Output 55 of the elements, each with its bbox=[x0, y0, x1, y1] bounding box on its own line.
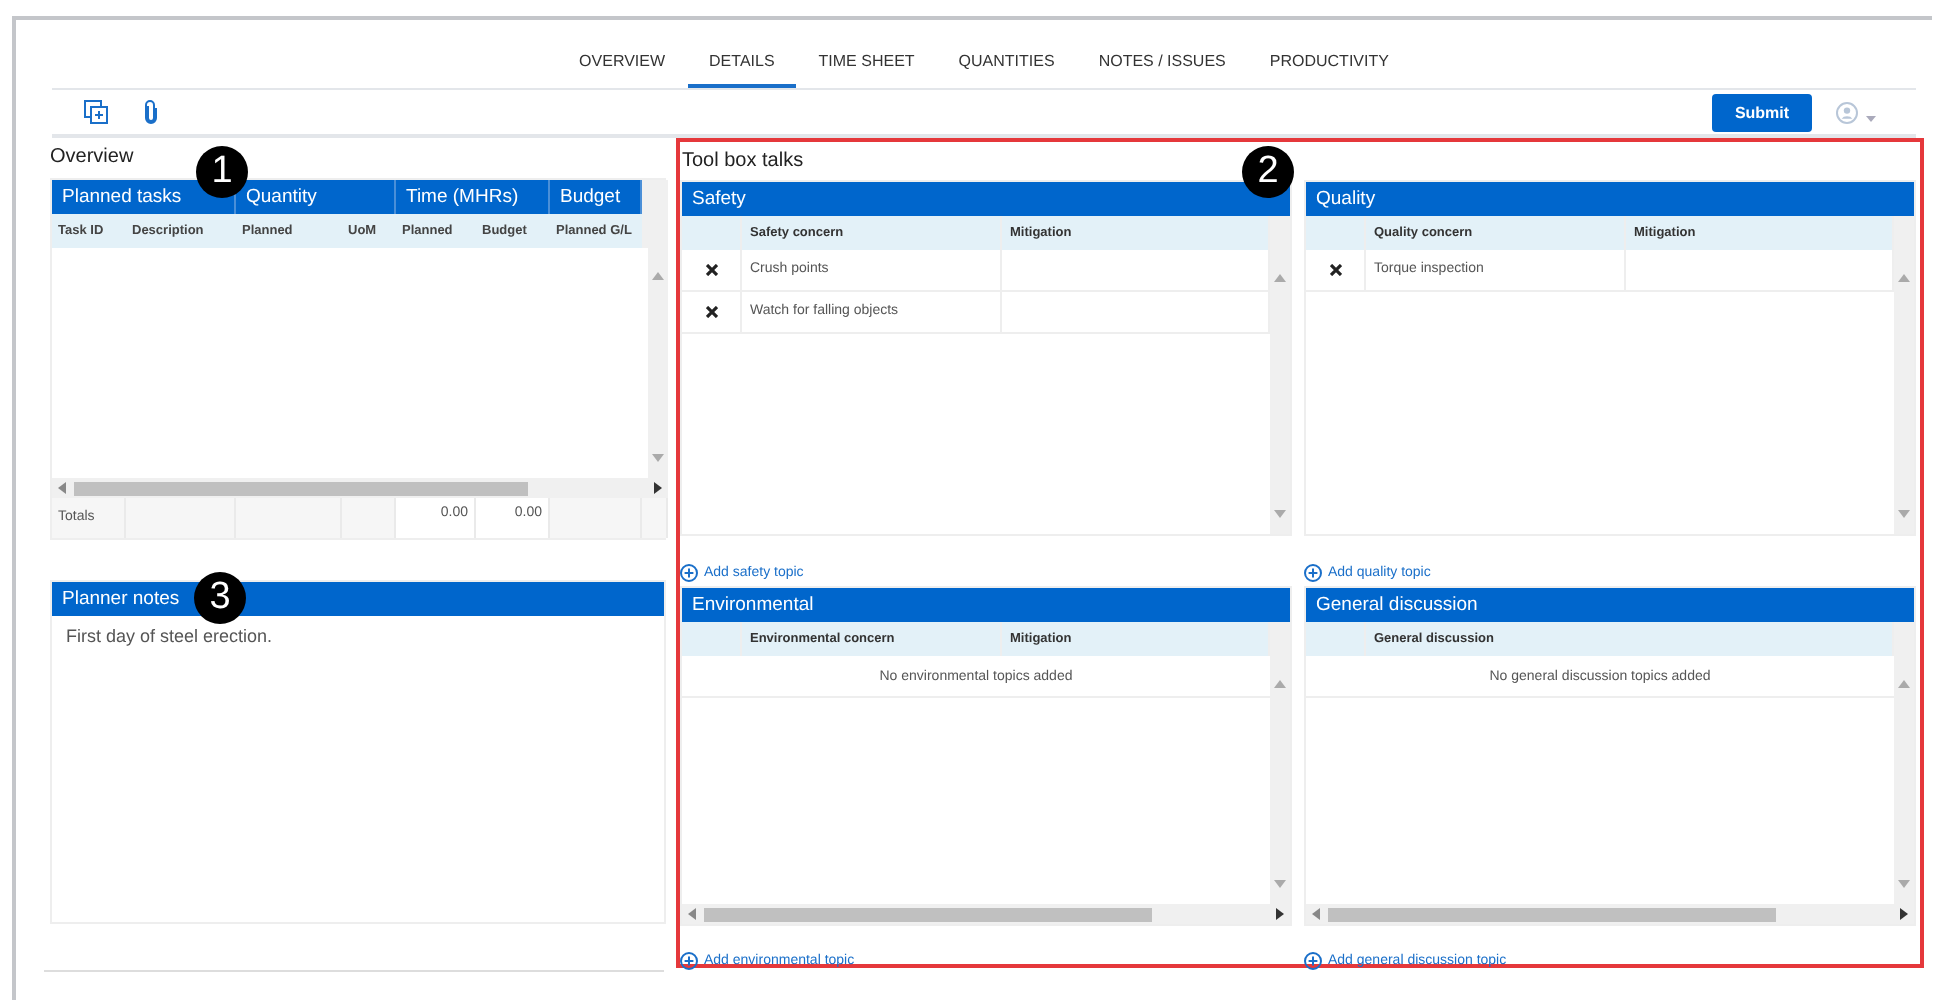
scroll-down-icon[interactable] bbox=[1274, 510, 1286, 518]
scroll-down-icon[interactable] bbox=[1898, 880, 1910, 888]
scroll-up-icon[interactable] bbox=[1898, 680, 1910, 688]
panel-header: Quality bbox=[1306, 182, 1914, 216]
scroll-down-icon[interactable] bbox=[1898, 510, 1910, 518]
scroll-down-icon[interactable] bbox=[1274, 880, 1286, 888]
scrollbar[interactable] bbox=[1270, 250, 1290, 534]
submit-button[interactable]: Submit bbox=[1712, 93, 1812, 131]
scrollbar[interactable] bbox=[1306, 904, 1914, 924]
delete-icon[interactable] bbox=[1329, 264, 1341, 276]
callout-badge: 1 bbox=[196, 146, 248, 198]
scroll-right-icon[interactable] bbox=[1276, 908, 1284, 920]
scroll-down-icon[interactable] bbox=[652, 454, 664, 462]
scrollbar[interactable] bbox=[52, 478, 668, 498]
group-header: Time (MHRs) bbox=[396, 180, 550, 214]
caret-icon[interactable] bbox=[1866, 115, 1876, 121]
tab[interactable]: PRODUCTIVITY bbox=[1247, 52, 1411, 88]
scroll-up-icon[interactable] bbox=[1898, 274, 1910, 282]
delete-icon[interactable] bbox=[705, 306, 717, 318]
scroll-left-icon[interactable] bbox=[1312, 908, 1320, 920]
tab[interactable]: NOTES / ISSUES bbox=[1076, 52, 1248, 88]
callout-badge: 2 bbox=[1242, 146, 1294, 198]
scrollbar[interactable] bbox=[1894, 250, 1914, 534]
copy-icon[interactable] bbox=[84, 100, 108, 124]
scroll-right-icon[interactable] bbox=[1900, 908, 1908, 920]
scroll-up-icon[interactable] bbox=[652, 272, 664, 280]
tab[interactable]: TIME SHEET bbox=[796, 52, 937, 88]
plus-circle-icon bbox=[680, 951, 698, 969]
panel-header: Safety bbox=[682, 182, 1290, 216]
scrollbar-thumb[interactable] bbox=[74, 481, 527, 495]
scrollbar-thumb[interactable] bbox=[1328, 907, 1775, 921]
paperclip-icon[interactable] bbox=[144, 100, 158, 124]
scroll-left-icon[interactable] bbox=[688, 908, 696, 920]
callout-badge: 3 bbox=[194, 572, 246, 624]
scroll-left-icon[interactable] bbox=[58, 482, 66, 494]
delete-icon[interactable] bbox=[705, 264, 717, 276]
group-header: Quantity bbox=[236, 180, 396, 214]
notes-text: First day of steel erection. bbox=[64, 624, 275, 650]
tab[interactable]: DETAILS bbox=[687, 52, 797, 88]
scrollbar[interactable] bbox=[682, 904, 1290, 924]
section-title: Overview bbox=[50, 144, 134, 172]
panel-header: General discussion bbox=[1306, 588, 1914, 622]
scrollbar-thumb[interactable] bbox=[704, 907, 1151, 921]
plus-circle-icon bbox=[1304, 951, 1322, 969]
tab[interactable]: QUANTITIES bbox=[936, 52, 1077, 88]
user-icon[interactable] bbox=[1836, 101, 1858, 123]
tab[interactable]: OVERVIEW bbox=[557, 52, 688, 88]
plus-circle-icon bbox=[1304, 563, 1322, 581]
group-header: Budget bbox=[550, 180, 642, 214]
scroll-up-icon[interactable] bbox=[1274, 680, 1286, 688]
scroll-right-icon[interactable] bbox=[654, 482, 662, 494]
scroll-up-icon[interactable] bbox=[1274, 274, 1286, 282]
section-title: Tool box talks bbox=[680, 148, 804, 176]
panel-header: Environmental bbox=[682, 588, 1290, 622]
plus-circle-icon bbox=[680, 563, 698, 581]
